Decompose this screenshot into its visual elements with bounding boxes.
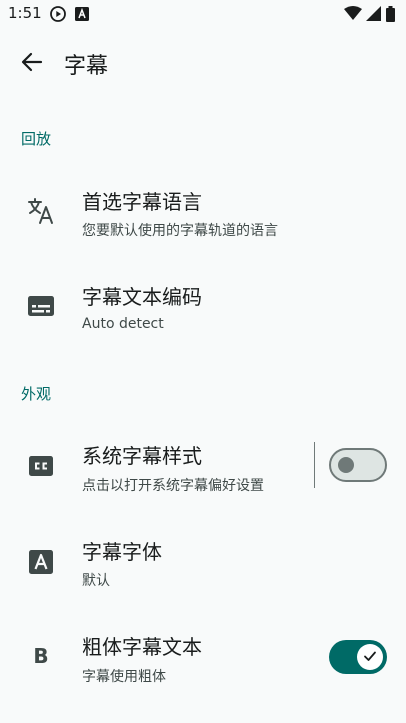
status-time: 1:51 <box>8 4 42 22</box>
pref-text-encoding-summary: Auto detect <box>82 316 164 332</box>
bold-text-switch[interactable] <box>329 640 387 674</box>
closed-caption-icon <box>27 452 55 480</box>
pref-system-style[interactable]: 系统字幕样式 点击以打开系统字幕偏好设置 <box>0 420 312 516</box>
pref-preferred-language-title: 首选字幕语言 <box>82 190 202 214</box>
page-title: 字幕 <box>64 54 109 79</box>
pref-text-encoding-title: 字幕文本编码 <box>82 285 202 309</box>
back-button[interactable] <box>10 42 54 86</box>
switch-thumb <box>357 644 383 670</box>
section-header-appearance: 外观 <box>21 385 52 403</box>
pref-text-encoding[interactable]: 字幕文本编码 Auto detect <box>0 260 406 354</box>
pref-font[interactable]: 字幕字体 默认 <box>0 516 406 612</box>
translate-icon <box>27 197 55 225</box>
pref-system-style-summary: 点击以打开系统字幕偏好设置 <box>82 478 264 494</box>
section-header-playback: 回放 <box>21 130 52 148</box>
play-circle-icon <box>50 6 66 26</box>
switch-divider <box>314 442 315 488</box>
arrow-back-icon <box>21 51 43 77</box>
switch-thumb <box>338 457 354 473</box>
pref-preferred-language-summary: 您要默认使用的字幕轨道的语言 <box>82 223 278 239</box>
signal-icon <box>366 6 381 25</box>
battery-icon <box>386 6 395 26</box>
wifi-icon <box>344 6 362 25</box>
system-style-switch[interactable] <box>329 448 387 482</box>
top-app-bar: 字幕 <box>0 28 406 100</box>
a-box-icon <box>75 6 89 25</box>
subtitles-icon <box>27 292 55 320</box>
pref-font-title: 字幕字体 <box>82 540 162 564</box>
font-a-icon <box>27 548 55 576</box>
pref-system-style-title: 系统字幕样式 <box>82 444 202 468</box>
pref-bold-summary: 字幕使用粗体 <box>82 669 166 685</box>
bold-b-icon: B <box>33 644 49 668</box>
check-icon <box>363 648 377 667</box>
pref-bold-title: 粗体字幕文本 <box>82 635 202 659</box>
status-bar: 1:51 <box>0 0 406 28</box>
pref-font-summary: 默认 <box>82 573 110 589</box>
pref-preferred-language[interactable]: 首选字幕语言 您要默认使用的字幕轨道的语言 <box>0 163 406 257</box>
